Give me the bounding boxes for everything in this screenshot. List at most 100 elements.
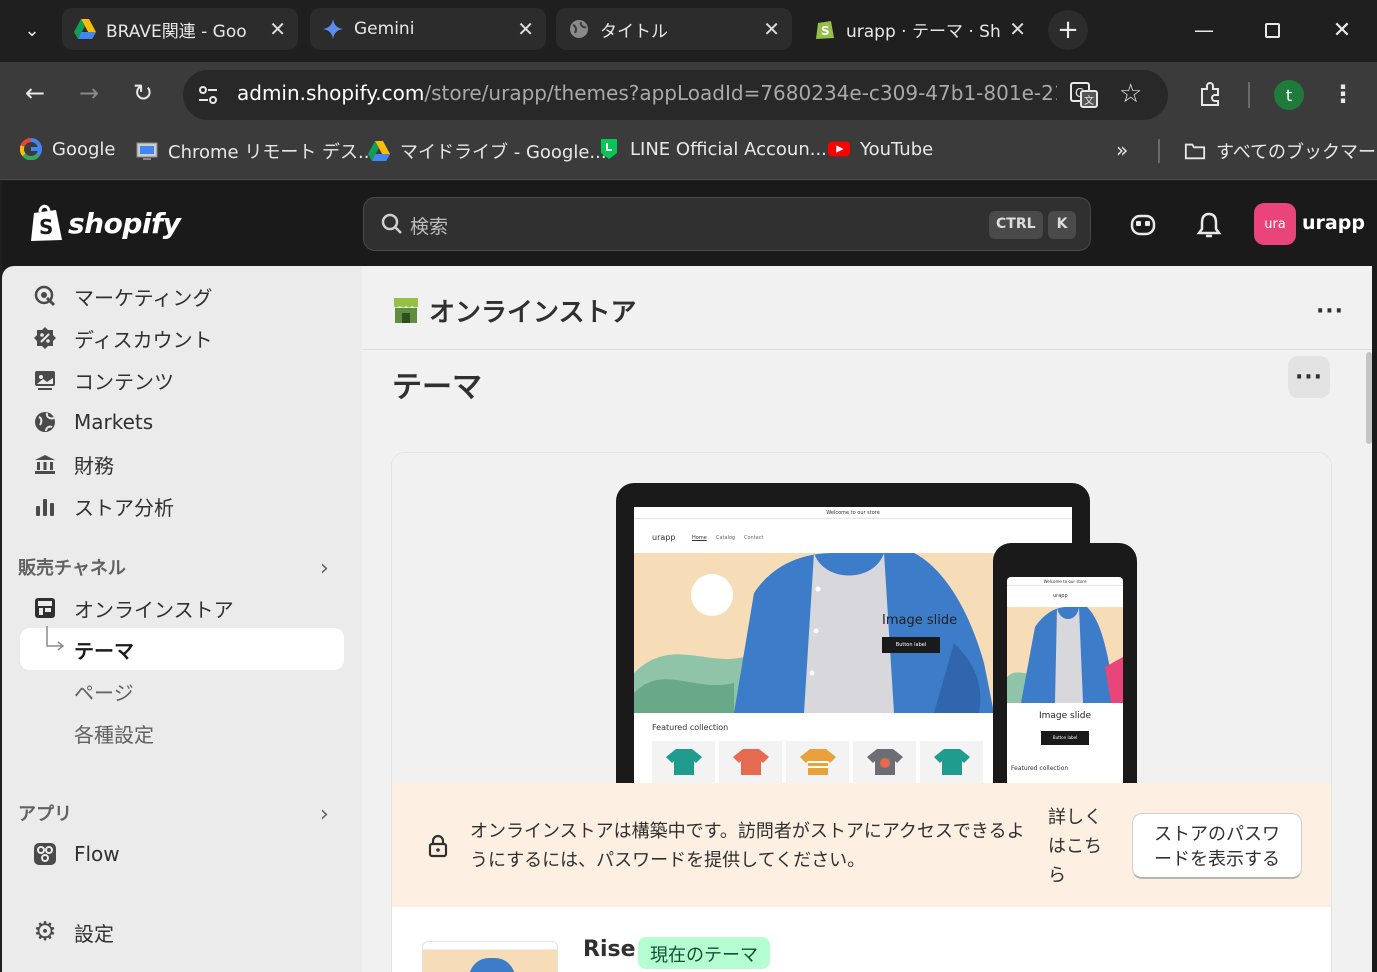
app-title: オンラインストア [429, 298, 637, 328]
gear-icon: ⚙ [33, 917, 57, 947]
profile-avatar[interactable]: t [1274, 80, 1304, 110]
sidebar-item-finance[interactable]: 財務 [32, 444, 114, 484]
preview-nav-contact: Contact [744, 535, 764, 541]
extensions-icon[interactable] [1190, 74, 1230, 114]
sidebar-item-analytics[interactable]: ストア分析 [32, 486, 174, 526]
app-more-actions-icon[interactable]: ··· [1309, 290, 1351, 332]
back-icon[interactable]: ← [15, 73, 55, 113]
chevron-right-icon[interactable]: › [320, 556, 329, 581]
bookmark-chrome-remote[interactable]: Chrome リモート デス... [136, 138, 375, 164]
sidebar-item-markets[interactable]: Markets [32, 402, 153, 442]
preview-slide-button: Button label [1041, 731, 1089, 745]
bookmark-star-icon[interactable]: ☆ [1119, 79, 1142, 109]
all-bookmarks[interactable]: すべてのブックマーク [1184, 138, 1377, 164]
google-drive-icon [368, 140, 390, 162]
bookmark-label: マイドライブ - Google... [400, 142, 607, 163]
browser-tab-4-active[interactable]: S urapp · テーマ · Sho ✕ [802, 8, 1038, 50]
sales-channels-heading[interactable]: 販売チャネル [18, 554, 126, 580]
notice-text: オンラインストアは構築中です。訪問者がストアにアクセスできるようにするには、パス… [470, 821, 1025, 871]
store-name[interactable]: urapp [1302, 212, 1365, 234]
sidebar-item-label: 財務 [74, 453, 114, 478]
search-placeholder: 検索 [410, 216, 449, 238]
close-tab-icon[interactable]: ✕ [1009, 17, 1026, 41]
new-tab-plus-icon[interactable]: + [1048, 10, 1088, 50]
show-store-password-button[interactable]: ストアのパスワードを表示する [1132, 813, 1302, 879]
sidebar-item-label: 設定 [74, 921, 114, 946]
sidebar-item-discount[interactable]: ディスカウント [32, 318, 213, 358]
shopify-wordmark: shopify [68, 206, 181, 240]
chrome-remote-icon [136, 140, 158, 162]
sidebar-item-label: オンラインストア [74, 597, 234, 622]
apps-heading[interactable]: アプリ [18, 800, 72, 826]
bookmark-line[interactable]: LINE Official Accoun... [598, 138, 827, 160]
bookmark-youtube[interactable]: YouTube [828, 138, 933, 160]
discount-icon [32, 325, 58, 351]
sidebar-item-flow[interactable]: Flow [32, 834, 120, 874]
forward-icon[interactable]: → [69, 73, 109, 113]
search-icon [380, 212, 404, 240]
learn-more-link[interactable]: 詳しくはこちら [1048, 803, 1110, 890]
google-icon [20, 138, 42, 160]
browser-tab-2[interactable]: Gemini ✕ [310, 8, 546, 50]
sidebar-item-label: ディスカウント [74, 327, 213, 352]
sidebar-subitem-themes[interactable]: テーマ [74, 629, 134, 669]
url-text[interactable]: admin.shopify.com/store/urapp/themes?app… [237, 81, 1057, 105]
more-bookmarks-icon[interactable]: » [1116, 138, 1128, 162]
sidebar-item-label: Flow [74, 842, 120, 866]
sidebar-item-settings[interactable]: ⚙ 設定 [32, 912, 114, 952]
address-bar[interactable]: admin.shopify.com/store/urapp/themes?app… [183, 70, 1168, 120]
close-tab-icon[interactable]: ✕ [763, 17, 780, 41]
close-window-icon[interactable]: ✕ [1322, 10, 1362, 50]
preview-product-row [652, 741, 983, 783]
sidekick-icon[interactable] [1128, 210, 1158, 244]
close-tab-icon[interactable]: ✕ [517, 17, 534, 41]
marketing-icon [32, 283, 58, 309]
preview-tshirt-icon [920, 741, 983, 783]
shopify-icon: S [814, 18, 836, 40]
preview-nav-home: Home [692, 535, 707, 541]
preview-featured-collection: Featured collection [652, 723, 729, 732]
shopify-logo[interactable]: S shopify [30, 204, 181, 242]
online-store-app-icon [392, 294, 420, 328]
online-store-icon [32, 595, 58, 621]
admin-search-bar[interactable]: 検索 CTRL K [363, 197, 1091, 251]
minimize-window-icon[interactable]: — [1184, 10, 1224, 50]
bookmark-my-drive[interactable]: マイドライブ - Google... [368, 138, 607, 164]
translate-icon[interactable]: G文 [1069, 81, 1099, 109]
close-tab-icon[interactable]: ✕ [269, 17, 286, 41]
preview-featured-collection: Featured collection [1011, 765, 1069, 772]
all-bookmarks-label: すべてのブックマーク [1216, 142, 1377, 163]
url-host: admin.shopify.com [237, 81, 425, 105]
store-avatar[interactable]: ura [1254, 203, 1296, 245]
preview-tshirt-icon [853, 741, 916, 783]
bookmarks-bar: Google Chrome リモート デス... マイドライブ - Google… [0, 124, 1377, 180]
reload-icon[interactable]: ↻ [123, 73, 163, 113]
analytics-icon [32, 493, 58, 519]
sidebar-subitem-pages[interactable]: ページ [74, 671, 134, 711]
chevron-right-icon[interactable]: › [320, 802, 329, 827]
bookmark-label: Chrome リモート デス... [168, 142, 376, 163]
bookmark-google[interactable]: Google [20, 138, 115, 160]
theme-thumbnail[interactable] [422, 941, 558, 972]
preview-slide-button: Button label [882, 637, 940, 653]
browser-tab-3[interactable]: タイトル ✕ [556, 8, 792, 50]
kbd-ctrl: CTRL [989, 211, 1043, 239]
tab-search-chevron-icon[interactable]: ⌄ [12, 10, 52, 50]
sidebar-subitem-preferences[interactable]: 各種設定 [74, 713, 154, 753]
sidebar-item-content[interactable]: コンテンツ [32, 360, 174, 400]
notification-bell-icon[interactable] [1196, 210, 1222, 244]
maximize-window-icon[interactable] [1252, 10, 1292, 50]
site-settings-icon[interactable] [195, 82, 221, 108]
browser-tab-1[interactable]: BRAVE関連 - Goo ✕ [62, 8, 298, 50]
preview-tshirt-icon [719, 741, 782, 783]
sidebar-item-online-store[interactable]: オンラインストア [32, 588, 234, 628]
mobile-preview-screen: Welcome to our store urapp Image slide B… [1007, 577, 1123, 783]
page-more-actions-icon[interactable]: ··· [1288, 356, 1330, 398]
sidebar-item-marketing[interactable]: マーケティング [32, 276, 212, 316]
browser-menu-icon[interactable]: ⋮ [1323, 74, 1363, 114]
preview-slide-title: Image slide [882, 613, 958, 628]
svg-text:S: S [821, 24, 830, 38]
current-theme-badge: 現在のテーマ [638, 937, 770, 969]
sidebar-item-themes-active[interactable] [20, 628, 344, 670]
preview-announcement: Welcome to our store [634, 507, 1072, 519]
